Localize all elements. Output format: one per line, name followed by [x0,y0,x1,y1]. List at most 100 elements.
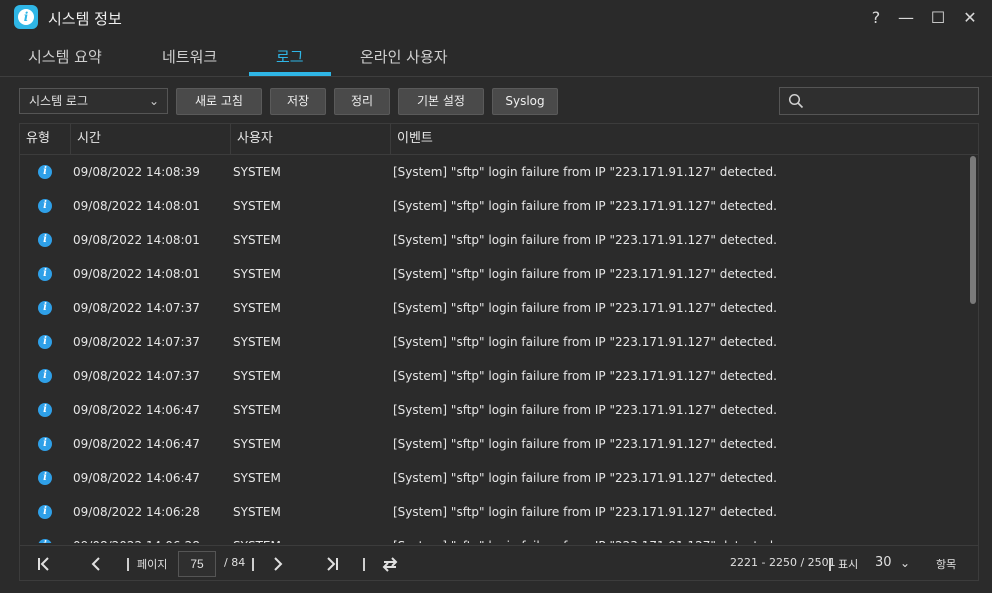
table-row[interactable]: i 09/08/2022 14:06:28 SYSTEM [System] "s… [20,495,966,529]
row-user: SYSTEM [233,505,281,519]
refresh-button[interactable]: 새로 고침 [176,88,262,115]
preferences-button[interactable]: 기본 설정 [398,88,484,115]
previous-page-icon[interactable] [86,554,106,574]
row-user: SYSTEM [233,165,281,179]
info-icon: i [38,165,52,179]
row-user: SYSTEM [233,301,281,315]
row-time: 09/08/2022 14:06:28 [73,529,200,543]
row-user: SYSTEM [233,529,281,543]
table-row[interactable]: i 09/08/2022 14:08:39 SYSTEM [System] "s… [20,155,966,189]
table-body: i 09/08/2022 14:08:39 SYSTEM [System] "s… [20,155,966,543]
tab-system-summary[interactable]: 시스템 요약 [28,46,102,67]
row-time: 09/08/2022 14:06:47 [73,437,200,451]
clear-button[interactable]: 정리 [334,88,390,115]
table-row[interactable]: i 09/08/2022 14:07:37 SYSTEM [System] "s… [20,359,966,393]
window-title: 시스템 정보 [48,10,122,28]
log-table: 유형 시간 사용자 이벤트 i 09/08/2022 14:08:39 SYST… [19,123,979,581]
info-icon: i [38,505,52,519]
table-row[interactable]: i 09/08/2022 14:08:01 SYSTEM [System] "s… [20,223,966,257]
page-label: 페이지 [137,558,168,571]
page-number-input[interactable] [178,551,216,577]
row-user: SYSTEM [233,437,281,451]
row-event: [System] "sftp" login failure from IP "2… [393,403,777,417]
per-page-select[interactable]: 30 [875,555,892,570]
row-event: [System] "sftp" login failure from IP "2… [393,437,777,451]
table-header: 유형 시간 사용자 이벤트 [20,124,978,155]
info-icon: i [38,471,52,485]
pagination-bar: 페이지 / 84 2221 - 2250 / 2501 표시 30 ⌄ 항목 [20,545,978,580]
close-icon[interactable]: ✕ [960,8,980,28]
row-event: [System] "sftp" login failure from IP "2… [393,505,777,519]
row-time: 09/08/2022 14:08:39 [73,165,200,179]
table-row[interactable]: i 09/08/2022 14:06:28 SYSTEM [System] "s… [20,529,966,543]
tab-network[interactable]: 네트워크 [162,46,217,67]
column-header-user[interactable]: 사용자 [230,124,390,154]
row-time: 09/08/2022 14:07:37 [73,369,200,383]
table-row[interactable]: i 09/08/2022 14:06:47 SYSTEM [System] "s… [20,427,966,461]
tab-bar: 시스템 요약 네트워크 로그 온라인 사용자 [0,36,992,77]
info-icon: i [38,403,52,417]
table-row[interactable]: i 09/08/2022 14:06:47 SYSTEM [System] "s… [20,393,966,427]
record-range: 2221 - 2250 / 2501 [730,556,836,569]
save-button[interactable]: 저장 [270,88,326,115]
row-time: 09/08/2022 14:08:01 [73,233,200,247]
info-icon: i [38,335,52,349]
row-event: [System] "sftp" login failure from IP "2… [393,199,777,213]
row-event: [System] "sftp" login failure from IP "2… [393,233,777,247]
next-page-icon[interactable] [268,554,288,574]
row-user: SYSTEM [233,267,281,281]
row-time: 09/08/2022 14:06:47 [73,471,200,485]
row-event: [System] "sftp" login failure from IP "2… [393,369,777,383]
row-time: 09/08/2022 14:07:37 [73,335,200,349]
display-label: 표시 [838,558,859,571]
table-row[interactable]: i 09/08/2022 14:07:37 SYSTEM [System] "s… [20,291,966,325]
system-info-app-icon: i [14,5,38,29]
column-header-event[interactable]: 이벤트 [390,124,978,154]
row-event: [System] "sftp" login failure from IP "2… [393,335,777,349]
row-event: [System] "sftp" login failure from IP "2… [393,471,777,485]
table-row[interactable]: i 09/08/2022 14:06:47 SYSTEM [System] "s… [20,461,966,495]
info-icon: i [38,369,52,383]
table-row[interactable]: i 09/08/2022 14:07:37 SYSTEM [System] "s… [20,325,966,359]
row-user: SYSTEM [233,199,281,213]
row-event: [System] "sftp" login failure from IP "2… [393,165,777,179]
first-page-icon[interactable] [34,554,54,574]
help-icon[interactable]: ? [866,8,886,28]
minimize-icon[interactable]: — [896,8,916,28]
row-event: [System] "sftp" login failure from IP "2… [393,301,777,315]
active-tab-indicator [249,72,331,76]
table-row[interactable]: i 09/08/2022 14:08:01 SYSTEM [System] "s… [20,189,966,223]
row-user: SYSTEM [233,403,281,417]
log-type-select[interactable]: 시스템 로그 ⌄ [19,88,168,114]
syslog-button[interactable]: Syslog [492,88,558,115]
items-label: 항목 [936,558,957,571]
vertical-scrollbar[interactable] [970,156,976,304]
row-time: 09/08/2022 14:06:28 [73,505,200,519]
row-user: SYSTEM [233,471,281,485]
row-user: SYSTEM [233,335,281,349]
info-icon: i [38,233,52,247]
row-time: 09/08/2022 14:08:01 [73,199,200,213]
maximize-icon[interactable]: ☐ [928,8,948,28]
separator [363,558,365,571]
search-box[interactable] [779,87,979,115]
tab-logs[interactable]: 로그 [276,46,304,67]
search-input[interactable] [808,90,977,114]
chevron-down-icon[interactable]: ⌄ [900,556,910,570]
row-user: SYSTEM [233,233,281,247]
search-icon [788,93,804,109]
reload-icon[interactable] [380,554,400,574]
log-type-value: 시스템 로그 [29,94,89,108]
info-icon: i [38,267,52,281]
column-header-time[interactable]: 시간 [70,124,230,154]
info-icon: i [38,301,52,315]
separator [829,558,831,571]
column-header-type[interactable]: 유형 [20,124,70,154]
row-event: [System] "sftp" login failure from IP "2… [393,267,777,281]
tab-online-users[interactable]: 온라인 사용자 [360,46,448,67]
table-row[interactable]: i 09/08/2022 14:08:01 SYSTEM [System] "s… [20,257,966,291]
title-bar: i 시스템 정보 ? — ☐ ✕ [0,0,992,36]
row-time: 09/08/2022 14:06:47 [73,403,200,417]
last-page-icon[interactable] [322,554,342,574]
separator [127,558,129,571]
